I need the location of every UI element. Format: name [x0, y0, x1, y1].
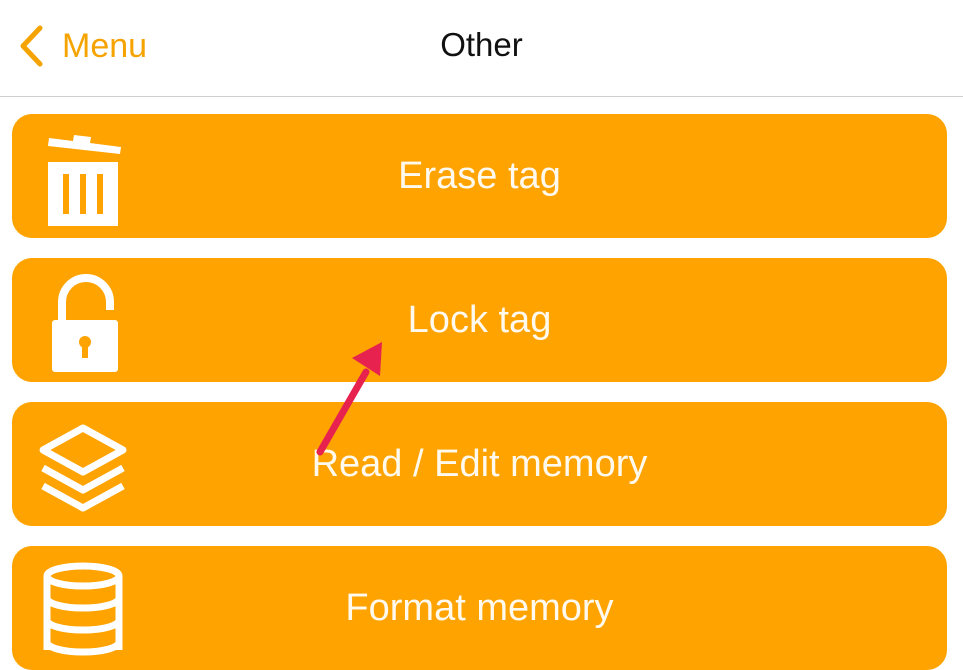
lock-tag-label: Lock tag [407, 298, 552, 341]
read-edit-memory-label: Read / Edit memory [311, 442, 648, 485]
erase-tag-label: Erase tag [398, 154, 561, 197]
format-memory-button[interactable]: Format memory [12, 546, 947, 670]
lock-tag-button[interactable]: Lock tag [12, 258, 947, 382]
navigation-bar: Menu Other [0, 0, 963, 97]
format-memory-label: Format memory [345, 586, 614, 629]
page-title: Other [440, 26, 523, 63]
erase-tag-button[interactable]: Erase tag [12, 114, 947, 238]
read-edit-memory-button[interactable]: Read / Edit memory [12, 402, 947, 526]
